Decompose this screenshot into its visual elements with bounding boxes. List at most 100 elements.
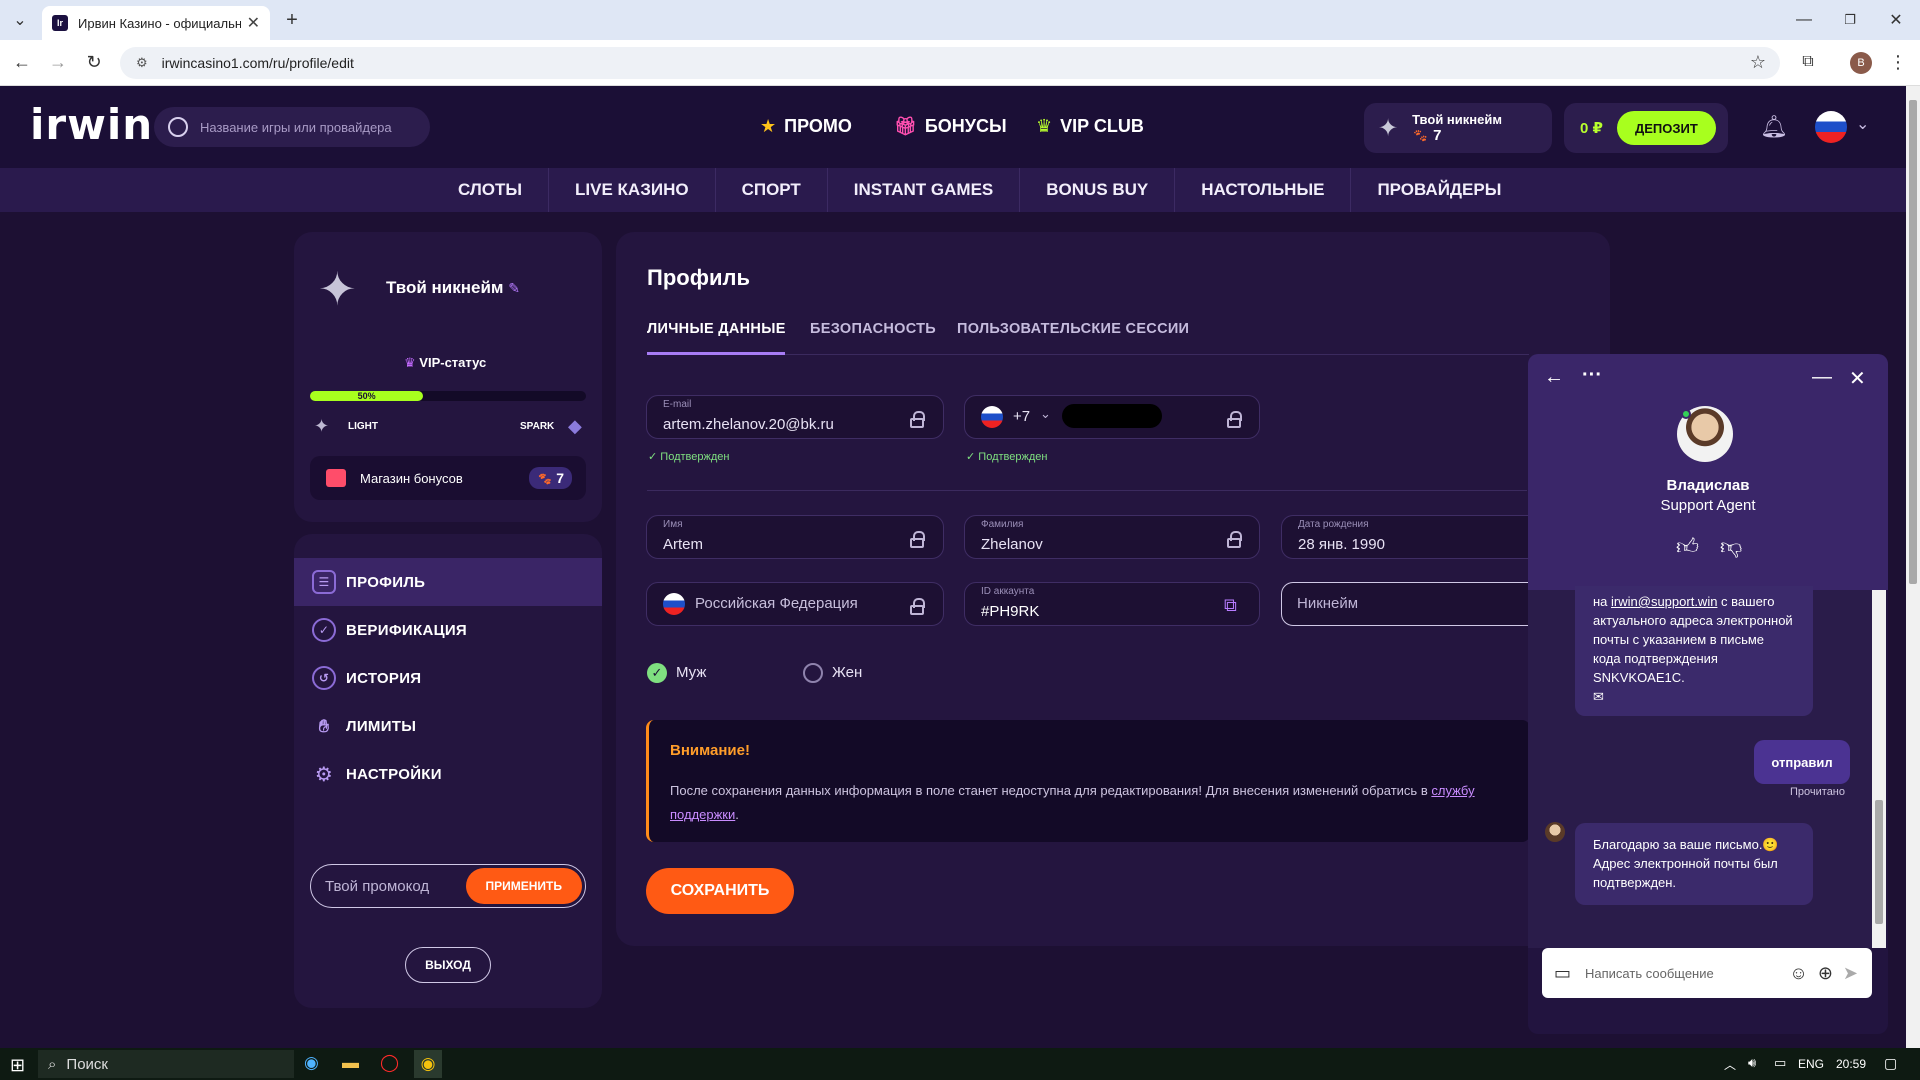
gender-male-label[interactable]: Муж [676, 664, 706, 681]
site-logo[interactable]: irwin [30, 100, 153, 149]
window-close-icon[interactable]: ✕ [1886, 10, 1906, 30]
profile-avatar[interactable]: B [1850, 52, 1872, 74]
chat-close-icon[interactable]: ✕ [1849, 366, 1866, 391]
browser-tab[interactable]: Ir Ирвин Казино - официальный ✕ [42, 6, 270, 40]
notifications-icon[interactable]: ▢ [1884, 1055, 1897, 1072]
bonus-shop-button[interactable]: Магазин бонусов 🐾︎ 7 [310, 456, 586, 500]
thumbs-up-icon[interactable]: 👍︎ [1676, 533, 1699, 560]
lock-icon [1227, 531, 1242, 548]
chat-more-icon[interactable]: ··· [1582, 364, 1602, 387]
tab-security[interactable]: БЕЗОПАСНОСТЬ [810, 321, 936, 337]
chat-back-icon[interactable]: ← [1544, 366, 1564, 389]
tab-search-icon[interactable]: ⌄ [10, 10, 30, 30]
support-email-link[interactable]: irwin@support.win [1611, 594, 1717, 609]
nav-vip-club[interactable]: ♛ VIP CLUB [1036, 116, 1144, 137]
new-tab-icon[interactable]: + [282, 9, 302, 31]
paw-count: 7 [1433, 126, 1442, 144]
gender-female-radio[interactable] [803, 663, 823, 683]
promo-code-input[interactable]: Твой промокод ПРИМЕНИТЬ [310, 864, 586, 908]
chat-minimize-icon[interactable]: — [1812, 366, 1832, 389]
copy-icon[interactable]: ⧉ [1224, 595, 1237, 616]
country-value: Российская Федерация [695, 595, 858, 612]
taskbar-search[interactable]: ⌕ Поиск [38, 1050, 294, 1078]
sidebar-item-history[interactable]: ↺ ИСТОРИЯ [294, 654, 602, 702]
edge-icon[interactable]: ◉ [304, 1053, 319, 1073]
category-table-games[interactable]: НАСТОЛЬНЫЕ [1175, 168, 1352, 212]
attach-plus-icon[interactable]: ⊕ [1818, 963, 1833, 984]
nav-promo[interactable]: ★ ПРОМО [760, 116, 852, 137]
game-search-input[interactable]: Название игры или провайдера [154, 107, 430, 147]
redacted-phone [1062, 404, 1162, 428]
video-call-icon[interactable]: ▭ [1554, 963, 1571, 984]
logout-button[interactable]: ВЫХОД [405, 947, 491, 983]
chevron-down-icon[interactable]: ⌄ [1040, 406, 1051, 422]
address-bar[interactable]: ⚙ irwincasino1.com/ru/profile/edit [120, 47, 1780, 79]
level-star-icon: ✦ [1378, 114, 1399, 142]
chat-scrollbar-thumb[interactable] [1875, 800, 1883, 924]
category-slots[interactable]: СЛОТЫ [432, 168, 550, 212]
last-name-label: Фамилия [981, 519, 1024, 530]
extensions-icon[interactable]: ⧉ [1798, 52, 1818, 72]
gender-male-radio[interactable]: ✓ [647, 663, 667, 683]
volume-icon[interactable]: 🔊︎ [1748, 1055, 1756, 1071]
chevron-down-icon[interactable]: ⌄ [1856, 114, 1869, 134]
browser-menu-icon[interactable]: ⋮ [1888, 52, 1908, 72]
sidebar-item-settings[interactable]: ⚙ НАСТРОЙКИ [294, 750, 602, 798]
apply-promo-button[interactable]: ПРИМЕНИТЬ [465, 868, 582, 904]
category-live-casino[interactable]: LIVE КАЗИНО [549, 168, 716, 212]
restore-icon[interactable]: ❐ [1840, 10, 1860, 30]
nav-bonuses[interactable]: 🎁︎ БОНУСЫ [894, 116, 1007, 137]
lock-icon [910, 411, 925, 428]
input-language[interactable]: ENG [1798, 1057, 1824, 1071]
vip-status: ♛ VIP-статус [404, 355, 486, 371]
tray-chevron-icon[interactable]: ︿ [1724, 1056, 1736, 1073]
sidebar-item-verification[interactable]: ✓ ВЕРИФИКАЦИЯ [294, 606, 602, 654]
taskbar-search-label: Поиск [66, 1055, 108, 1073]
save-button[interactable]: СОХРАНИТЬ [646, 868, 794, 914]
user-badge[interactable]: ✦ Твой никнейм 🐾︎ 7 [1364, 103, 1552, 153]
emoji-icon[interactable]: ☺ [1789, 963, 1807, 984]
windows-start-icon[interactable]: ⊞ [10, 1055, 25, 1076]
email-verified-text: Подтвержден [660, 451, 730, 463]
page-title: Профиль [647, 265, 750, 290]
page-scrollbar-thumb[interactable] [1909, 100, 1917, 584]
user-message: отправил [1754, 740, 1850, 784]
sidebar-item-limits[interactable]: ✋︎ ЛИМИТЫ [294, 702, 602, 750]
promo-placeholder: Твой промокод [325, 877, 430, 895]
sidebar-nickname[interactable]: Твой никнейм ✎ [386, 278, 520, 298]
header-nickname: Твой никнейм [1412, 111, 1502, 127]
bookmark-star-icon[interactable]: ☆ [1748, 52, 1768, 72]
star-icon: ★ [760, 116, 777, 136]
reload-icon[interactable]: ↻ [84, 52, 104, 72]
chrome-icon[interactable]: ◉ [414, 1050, 442, 1078]
nav-bonuses-label: БОНУСЫ [924, 116, 1007, 136]
russia-flag-icon[interactable] [1815, 111, 1847, 143]
notification-bell-icon[interactable]: 🔔︎ [1760, 114, 1788, 140]
opera-icon[interactable]: ◯ [380, 1053, 399, 1073]
minimize-icon[interactable]: — [1794, 10, 1814, 30]
sidebar-item-profile[interactable]: ☰ ПРОФИЛЬ [294, 558, 602, 606]
tab-user-sessions[interactable]: ПОЛЬЗОВАТЕЛЬСКИЕ СЕССИИ [957, 321, 1189, 337]
back-icon[interactable]: ← [12, 52, 32, 72]
spark-level-icon: ◆ [568, 416, 582, 436]
clock[interactable]: 20:59 [1836, 1057, 1866, 1071]
file-explorer-icon[interactable]: ▬ [342, 1053, 359, 1073]
network-icon[interactable]: ▭ [1774, 1055, 1786, 1071]
agent-name: Владислав [1666, 477, 1750, 494]
compose-placeholder: Написать сообщение [1585, 965, 1714, 981]
vip-progress-fill: 50% [310, 391, 424, 401]
category-bonus-buy[interactable]: BONUS BUY [1020, 168, 1176, 212]
deposit-button[interactable]: ДЕПОЗИТ [1616, 111, 1716, 145]
close-tab-icon[interactable]: ✕ [247, 13, 260, 33]
category-sport[interactable]: СПОРТ [716, 168, 828, 212]
site-info-icon[interactable]: ⚙ [136, 55, 148, 71]
send-icon[interactable]: ➤ [1843, 963, 1858, 984]
category-providers[interactable]: ПРОВАЙДЕРЫ [1351, 168, 1527, 212]
thumbs-down-icon[interactable]: 👎︎ [1720, 533, 1742, 560]
gender-female-label[interactable]: Жен [832, 664, 862, 681]
edit-pencil-icon[interactable]: ✎ [508, 280, 520, 296]
chat-compose-input[interactable]: ▭ Написать сообщение ☺ ⊕ ➤ [1542, 948, 1872, 998]
category-instant-games[interactable]: INSTANT GAMES [828, 168, 1021, 212]
forward-icon[interactable]: → [48, 52, 68, 72]
tab-personal-data[interactable]: ЛИЧНЫЕ ДАННЫЕ [647, 321, 786, 337]
